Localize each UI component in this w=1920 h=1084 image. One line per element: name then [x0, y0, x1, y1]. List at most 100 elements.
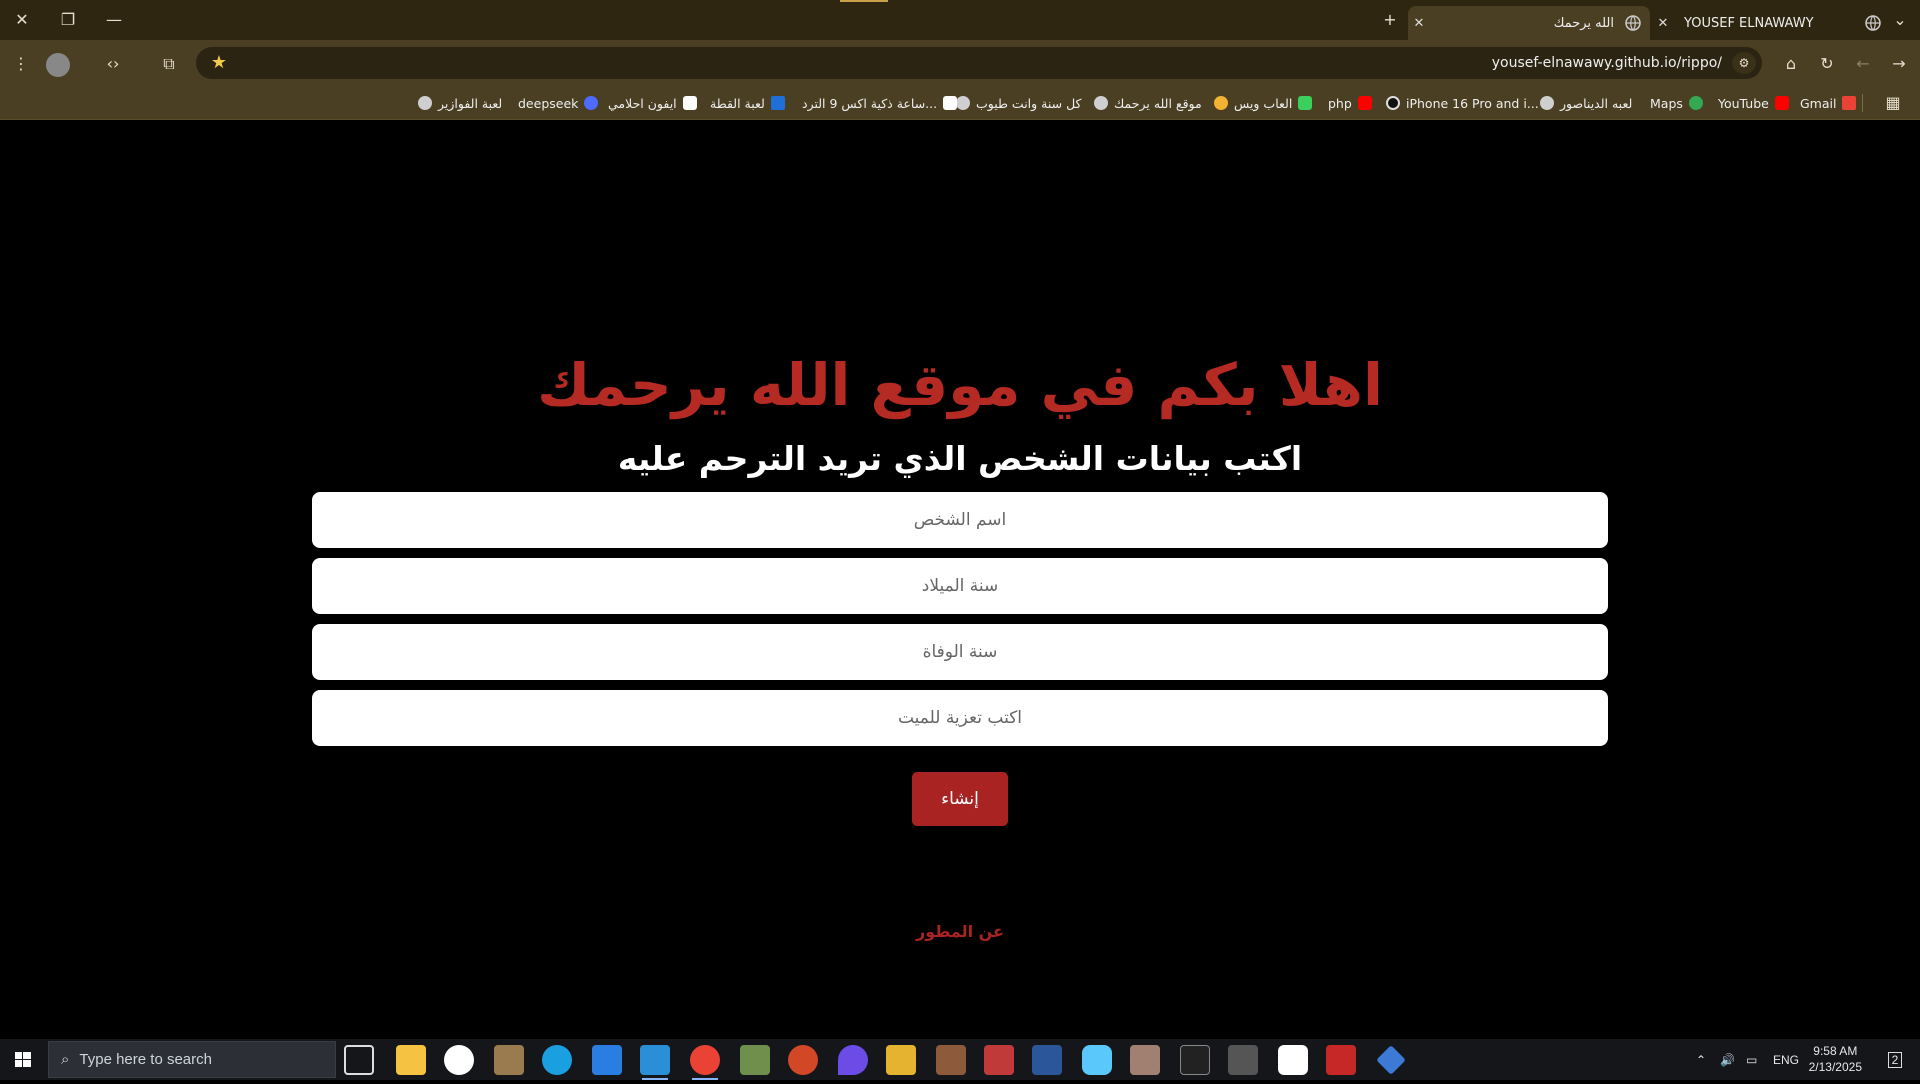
app-icon[interactable]: [838, 1045, 868, 1075]
restore-window-button[interactable]: ❐: [52, 6, 84, 34]
bookmark-deepseek[interactable]: deepseek: [518, 86, 599, 120]
bookmarks-bar: ▦ Gmail YouTube Maps لعبه الديناصور iPho…: [0, 86, 1920, 120]
app-icon[interactable]: [740, 1045, 770, 1075]
about-developer-link[interactable]: عن المطور: [0, 922, 1920, 941]
app-icon[interactable]: [1326, 1045, 1356, 1075]
tab-title: الله يرحمك: [1553, 15, 1614, 31]
notification-center-icon[interactable]: 2: [1880, 1039, 1910, 1080]
bookmark-star-icon[interactable]: ★: [208, 52, 230, 74]
powerpoint-icon[interactable]: [788, 1045, 818, 1075]
death-year-input[interactable]: [312, 624, 1608, 680]
maps-icon: [1688, 96, 1703, 110]
app-icon[interactable]: [936, 1045, 966, 1075]
site-settings-icon[interactable]: ⚙: [1732, 52, 1756, 74]
close-tab-icon[interactable]: ✕: [1408, 16, 1430, 31]
amazon-icon: [682, 96, 697, 110]
tab-inactive[interactable]: ✕ YOUSEF ELNAWAWY: [1652, 6, 1882, 40]
apps-grid-icon[interactable]: ▦: [1882, 92, 1904, 114]
word-icon[interactable]: [1032, 1045, 1062, 1075]
bookmark-label: iPhone 16 Pro and i...: [1406, 95, 1539, 111]
bookmark-greeting[interactable]: كل سنة وانت طيوب: [956, 86, 1082, 120]
reload-icon[interactable]: ↻: [1816, 53, 1838, 75]
person-name-input[interactable]: [312, 492, 1608, 548]
capcut-icon[interactable]: [1278, 1045, 1308, 1075]
app-icon[interactable]: [886, 1045, 916, 1075]
tab-title: YOUSEF ELNAWAWY: [1684, 15, 1814, 31]
globe-icon: [1865, 15, 1881, 31]
bookmark-label: Gmail: [1800, 95, 1837, 111]
home-icon[interactable]: ⌂: [1780, 53, 1802, 75]
youtube-icon: [1774, 96, 1789, 110]
bookmark-riddles[interactable]: لعبة الفوازير: [418, 86, 502, 120]
close-window-button[interactable]: ✕: [6, 6, 38, 34]
forward-arrow-icon[interactable]: →: [1888, 53, 1910, 75]
bookmark-youtube[interactable]: YouTube: [1718, 86, 1789, 120]
terminal-icon[interactable]: [1180, 1045, 1210, 1075]
globe-icon: [1625, 15, 1641, 31]
app-icon[interactable]: [1228, 1045, 1258, 1075]
url-text: yousef-elnawawy.github.io/rippo/: [1491, 55, 1722, 71]
birth-year-input[interactable]: [312, 558, 1608, 614]
gmail-icon: [1842, 96, 1857, 110]
bookmark-label: Maps: [1650, 95, 1683, 111]
bookmark-rip-site[interactable]: موقع الله يرحمك: [1094, 86, 1202, 120]
game-icon: [1298, 96, 1313, 110]
bookmark-label: php: [1328, 95, 1352, 111]
bookmark-smartwatch[interactable]: ساعة ذكية اكس 9 الترد...: [802, 86, 958, 120]
bookmark-dream-iphone[interactable]: ايفون احلامي: [608, 86, 697, 120]
copilot-icon[interactable]: [1082, 1045, 1112, 1075]
app-icon[interactable]: [1376, 1045, 1406, 1075]
bookmark-label: لعبة الفوازير: [438, 95, 503, 111]
search-placeholder: Type here to search: [79, 1051, 212, 1068]
browser-toolbar: ⋮ ‹› ⧉ ★ yousef-elnawawy.github.io/rippo…: [0, 40, 1920, 86]
system-clock[interactable]: 9:58 AM 2/13/2025: [1809, 1043, 1862, 1075]
deepseek-icon: [584, 96, 599, 110]
file-explorer-icon[interactable]: [396, 1045, 426, 1075]
back-arrow-icon[interactable]: ←: [1852, 53, 1874, 75]
menu-kebab-icon[interactable]: ⋮: [10, 53, 32, 75]
tab-active[interactable]: ✕ الله يرحمك: [1408, 6, 1650, 40]
chatgpt-icon[interactable]: [444, 1045, 474, 1075]
youtube-icon: [1357, 96, 1372, 110]
new-tab-button[interactable]: +: [1374, 6, 1406, 34]
bookmark-label: ساعة ذكية اكس 9 الترد...: [802, 95, 938, 111]
apple-icon: [1386, 96, 1400, 110]
store-icon[interactable]: [592, 1045, 622, 1075]
bookmark-gmail[interactable]: Gmail: [1800, 86, 1857, 120]
minimize-window-button[interactable]: —: [98, 6, 130, 34]
game-icon: [1214, 96, 1228, 110]
bookmark-maps[interactable]: Maps: [1650, 86, 1703, 120]
address-bar[interactable]: ★ yousef-elnawawy.github.io/rippo/ ⚙: [196, 47, 1762, 79]
page-subtitle: اكتب بيانات الشخص الذي تريد الترحم عليه: [617, 439, 1303, 478]
clock-time: 9:58 AM: [1813, 1044, 1858, 1058]
condolence-input[interactable]: [312, 690, 1608, 746]
bookmark-dinosaur[interactable]: لعبه الديناصور: [1540, 86, 1632, 120]
profile-avatar[interactable]: [46, 53, 70, 77]
chrome-icon[interactable]: [690, 1045, 720, 1080]
edge-icon[interactable]: [542, 1045, 572, 1075]
show-hidden-icons-chevron-icon[interactable]: ⌃: [1696, 1039, 1706, 1080]
create-button[interactable]: إنشاء: [912, 772, 1008, 826]
bookmark-cat-game[interactable]: لعبة القطة: [710, 86, 785, 120]
app-icon[interactable]: [984, 1045, 1014, 1075]
close-tab-icon[interactable]: ✕: [1652, 16, 1674, 31]
tab-search-chevron-icon[interactable]: ⌄: [1884, 6, 1916, 34]
vscode-icon[interactable]: [640, 1045, 670, 1080]
language-indicator[interactable]: ENG: [1773, 1039, 1799, 1080]
network-icon[interactable]: ▭: [1746, 1039, 1757, 1080]
globe-icon: [1094, 96, 1108, 110]
volume-icon[interactable]: 🔊: [1720, 1039, 1735, 1080]
notification-count: 2: [1887, 1051, 1903, 1068]
devtools-code-icon[interactable]: ‹›: [102, 53, 124, 75]
app-icon[interactable]: [1130, 1045, 1160, 1075]
app-icon[interactable]: [494, 1045, 524, 1075]
bookmark-games[interactable]: العاب ويس: [1214, 86, 1313, 120]
taskbar-search-box[interactable]: ⌕ Type here to search: [48, 1041, 336, 1078]
globe-icon: [1540, 96, 1554, 110]
bookmark-php[interactable]: php: [1328, 86, 1372, 120]
extensions-icon[interactable]: ⧉: [158, 53, 180, 75]
windows-start-button[interactable]: [0, 1039, 46, 1080]
task-view-icon[interactable]: [344, 1045, 374, 1075]
bookmark-iphone[interactable]: iPhone 16 Pro and i...: [1386, 86, 1539, 120]
browser-tab-bar: ✕ ❐ — + ✕ الله يرحمك ✕ YOUSEF ELNAWAWY ⌄: [0, 0, 1920, 40]
